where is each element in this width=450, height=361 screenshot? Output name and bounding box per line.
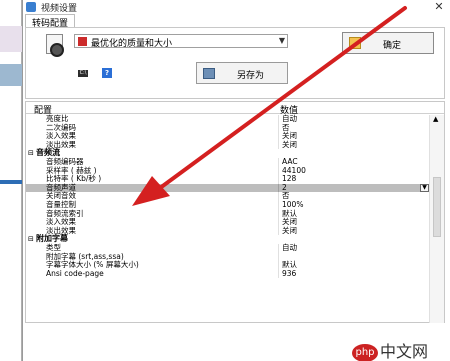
property-grid: 配置 数值 亮度比 自动 二次编码否淡入效果 关闭 淡出效果 关闭 ⊟ 音频流 音频编码器 AAC… [25, 101, 445, 323]
grid-divider [278, 218, 279, 227]
grid-divider [278, 123, 279, 133]
grid-divider [278, 157, 279, 167]
scroll-up-icon[interactable]: ▲ [433, 115, 438, 123]
grid-row-name: 关闭音效 [46, 191, 76, 201]
background-thumbnail [0, 26, 22, 52]
window-title: 视频设置 [41, 4, 78, 14]
save-icon [203, 68, 215, 79]
grid-divider [278, 269, 279, 279]
ok-button-label: 确定 [383, 41, 402, 51]
profile-select-value: 最优化的质量和大小 [91, 39, 173, 49]
grid-row-name: 淡出效果 [46, 225, 76, 235]
grid-row-name: 亮度比 [46, 114, 69, 123]
grid-divider [278, 183, 279, 193]
grid-row[interactable]: 二次编码否 [26, 122, 430, 133]
grid-divider [278, 261, 279, 270]
grid-row-name: Ansi code-page [46, 268, 104, 278]
grid-row[interactable]: 淡出效果 关闭 [26, 139, 430, 150]
grid-row-name: 二次编码 [46, 122, 76, 132]
grid-divider [278, 192, 279, 201]
scroll-thumb[interactable] [433, 177, 441, 237]
grid-divider [278, 175, 279, 184]
background-progress-bar [0, 180, 22, 184]
collapse-toggle-icon[interactable]: ⊟ [28, 235, 34, 244]
grid-row[interactable]: Ansi code-page 936 [26, 268, 430, 279]
watermark-text: 中文网 [380, 342, 429, 361]
grid-divider [278, 200, 279, 210]
grid-header: 配置 数值 [26, 102, 444, 116]
grid-row[interactable]: 音频流索引 默认 [26, 208, 430, 219]
chevron-down-icon: ▼ [278, 36, 285, 45]
ok-icon [349, 37, 361, 49]
scrollbar[interactable]: ▲ [429, 115, 444, 323]
background-app-window [0, 0, 22, 361]
grid-rows: 亮度比 自动 二次编码否淡入效果 关闭 淡出效果 关闭 ⊟ 音频流 音频编码器 AAC 采样率 ( … [26, 114, 430, 279]
profile-quality-icon [78, 37, 87, 46]
grid-divider [278, 252, 279, 262]
video-settings-dialog: 视频设置 ✕ 转码配置 最优化的质量和大小 ▼ 确定 C:\ ? 另存为 配置 … [22, 0, 450, 361]
php-logo-icon: php [352, 343, 378, 361]
ok-button[interactable]: 确定 [342, 32, 434, 54]
grid-row-value[interactable]: 关闭 [282, 226, 297, 236]
save-as-label: 另存为 [237, 71, 265, 81]
grid-row-value[interactable]: 关闭 [282, 140, 297, 150]
grid-category-row[interactable]: ⊟ 附加字幕 [26, 235, 430, 244]
grid-divider [278, 132, 279, 141]
title-bar: 视频设置 ✕ [23, 0, 450, 14]
grid-row[interactable]: 淡出效果 关闭 [26, 225, 430, 236]
film-profile-icon [44, 34, 66, 58]
grid-row[interactable]: 音频声道 2 ▼ [26, 182, 430, 193]
grid-row-name: 比特率 ( Kb/秒 ) [46, 174, 102, 184]
grid-divider [278, 140, 279, 150]
watermark: php 中文网 [352, 338, 428, 361]
grid-divider [278, 115, 279, 124]
grid-category-row[interactable]: ⊟ 音频流 [26, 149, 430, 158]
grid-divider [278, 166, 279, 176]
cmd-icon[interactable]: C:\ [78, 70, 88, 77]
background-thumbnail [0, 64, 22, 86]
tab-bar: 转码配置 [23, 14, 450, 30]
grid-row[interactable]: 亮度比 自动 [26, 114, 430, 124]
app-icon [26, 2, 36, 12]
grid-row[interactable]: 关闭音效否 [26, 192, 430, 201]
grid-row-name: 淡入效果 [46, 131, 76, 141]
collapse-toggle-icon[interactable]: ⊟ [28, 149, 34, 158]
chevron-down-icon[interactable]: ▼ [420, 183, 429, 192]
save-as-button[interactable]: 另存为 [196, 62, 288, 84]
grid-row-name: 淡入效果 [46, 217, 76, 227]
grid-row-name: 淡出效果 [46, 139, 76, 149]
help-icon[interactable]: ? [102, 68, 112, 78]
grid-row[interactable]: 淡入效果 关闭 [26, 132, 430, 141]
grid-row[interactable]: 音量控制 100% [26, 200, 430, 210]
close-button[interactable]: ✕ [432, 0, 446, 14]
grid-divider [278, 243, 279, 253]
grid-row-name: 附加字幕 [36, 234, 68, 244]
grid-divider [278, 209, 279, 219]
grid-divider [278, 226, 279, 236]
grid-row-name: 音频流索引 [46, 208, 84, 218]
grid-row-value[interactable]: 936 [282, 269, 296, 279]
grid-row-name: 音频声道 [46, 182, 76, 192]
grid-row[interactable]: 淡入效果 关闭 [26, 218, 430, 227]
profile-select[interactable]: 最优化的质量和大小 ▼ [74, 34, 288, 49]
profile-panel: 最优化的质量和大小 ▼ 确定 C:\ ? 另存为 [25, 27, 445, 99]
grid-row[interactable]: 比特率 ( Kb/秒 ) 128 [26, 175, 430, 184]
grid-row-value[interactable]: 自动 [282, 243, 297, 253]
